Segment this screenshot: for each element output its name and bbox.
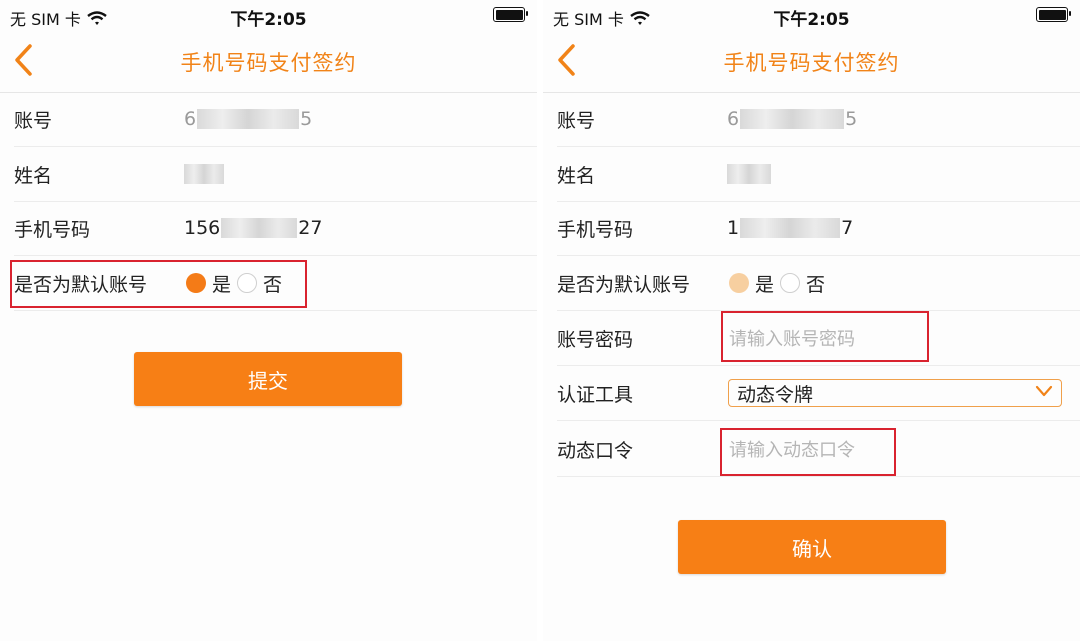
- default-account-label: 是否为默认账号: [557, 273, 691, 296]
- right-screen: 无 SIM 卡 下午2:05 手机号码支付签约 账号 6 5 姓名 手机号码 1…: [543, 0, 1080, 641]
- account-value: 6 5: [184, 108, 313, 130]
- phone-label: 手机号码: [557, 218, 634, 241]
- masked-account: [197, 109, 300, 129]
- password-label: 账号密码: [557, 328, 634, 351]
- radio-yes[interactable]: [729, 273, 749, 293]
- name-value: [184, 164, 224, 184]
- page-title: 手机号码支付签约: [180, 51, 357, 75]
- submit-button[interactable]: 提交: [134, 352, 402, 406]
- left-screen: 无 SIM 卡 下午2:05 手机号码支付签约 账号 6 5 姓名 手机号码 1…: [0, 0, 537, 641]
- masked-account: [740, 109, 845, 129]
- auth-tool-select[interactable]: 动态令牌: [728, 379, 1062, 407]
- status-time: 下午2:05: [773, 10, 850, 30]
- radio-yes-label: 是: [755, 273, 775, 296]
- auth-tool-value: 动态令牌: [737, 383, 814, 406]
- battery-icon: [493, 7, 528, 22]
- name-label: 姓名: [14, 164, 53, 187]
- phone-label: 手机号码: [14, 218, 91, 241]
- account-row: 账号 6 5: [557, 92, 1080, 147]
- phone-row: 手机号码 156 27: [14, 201, 537, 256]
- confirm-button[interactable]: 确认: [678, 520, 946, 574]
- battery-icon: [1036, 7, 1071, 22]
- name-value: [727, 164, 771, 184]
- phone-value: 156 27: [184, 217, 323, 239]
- account-row: 账号 6 5: [14, 92, 537, 147]
- name-row: 姓名: [557, 147, 1080, 202]
- phone-value: 1 7: [727, 217, 854, 239]
- highlight-box: [10, 260, 307, 308]
- masked-phone: [221, 218, 298, 238]
- status-bar: 无 SIM 卡 下午2:05: [543, 0, 1080, 30]
- nav-bar: 手机号码支付签约: [543, 30, 1080, 93]
- name-row: 姓名: [14, 147, 537, 202]
- radio-no[interactable]: [780, 273, 801, 293]
- otp-highlight-box: [720, 428, 896, 476]
- phone-row: 手机号码 1 7: [557, 201, 1080, 256]
- radio-no-label: 否: [806, 273, 826, 296]
- password-highlight-box: [721, 311, 929, 362]
- masked-phone: [740, 218, 841, 238]
- masked-name: [727, 164, 771, 184]
- default-account-row: 是否为默认账号 是 否: [557, 256, 1080, 311]
- otp-label: 动态口令: [557, 439, 634, 462]
- account-label: 账号: [557, 109, 596, 132]
- status-bar: 无 SIM 卡 下午2:05: [0, 0, 537, 30]
- auth-tool-row: 认证工具 动态令牌: [557, 366, 1080, 421]
- chevron-down-icon: [1035, 385, 1053, 397]
- account-value: 6 5: [727, 108, 858, 130]
- account-label: 账号: [14, 109, 53, 132]
- auth-tool-label: 认证工具: [557, 383, 634, 406]
- nav-bar: 手机号码支付签约: [0, 30, 537, 93]
- status-time: 下午2:05: [230, 10, 307, 30]
- default-radio-group: 是 否: [729, 270, 831, 297]
- name-label: 姓名: [557, 164, 596, 187]
- page-title: 手机号码支付签约: [723, 51, 900, 75]
- masked-name: [184, 164, 224, 184]
